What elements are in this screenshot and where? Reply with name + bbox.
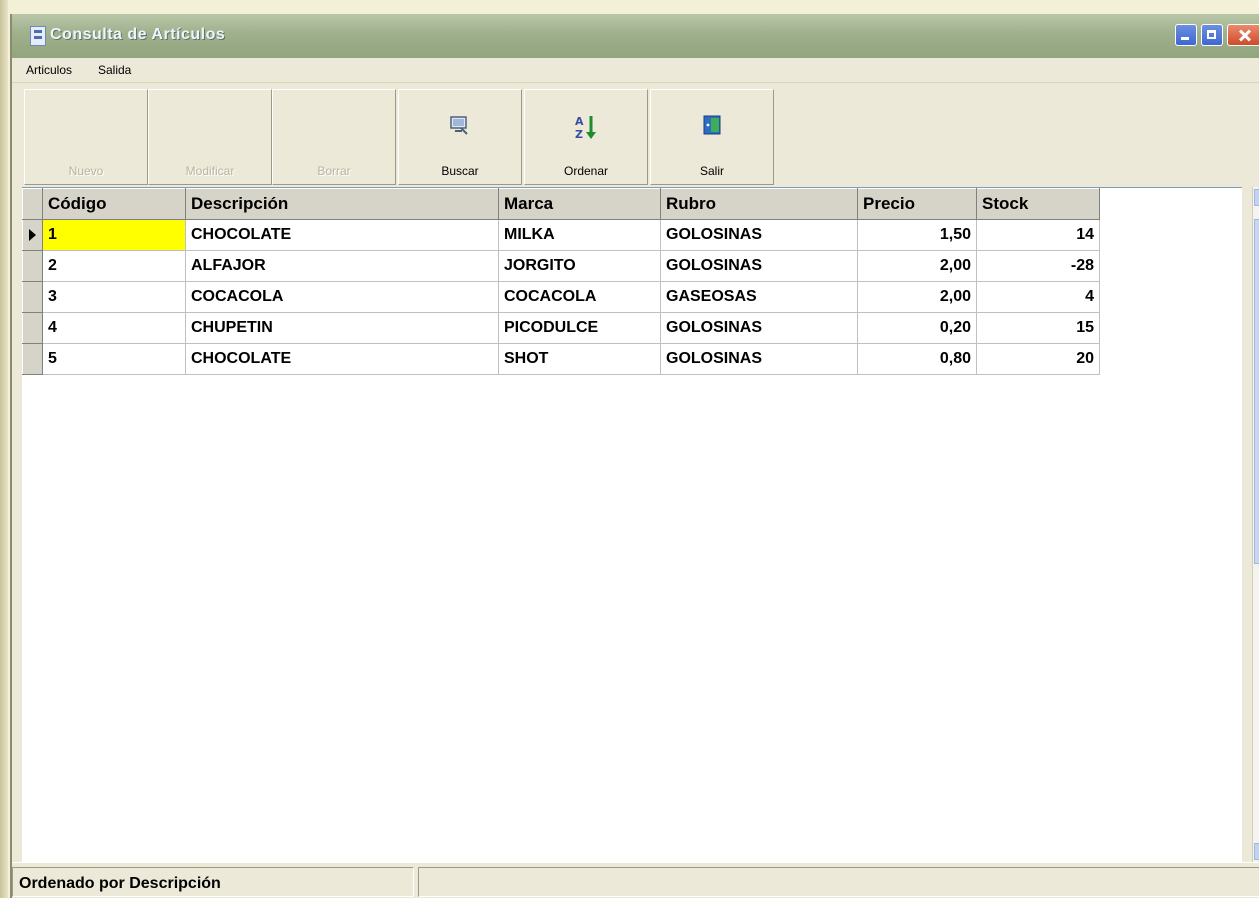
column-header-precio[interactable]: Precio [857, 188, 977, 220]
column-header-stock[interactable]: Stock [976, 188, 1100, 220]
scroll-up-icon[interactable] [1254, 189, 1259, 206]
buscar-label: Buscar [441, 164, 479, 178]
cell-codigo[interactable]: 1 [42, 219, 186, 251]
cell-descripcion[interactable]: ALFAJOR [185, 250, 499, 282]
status-text: Ordenado por Descripción [19, 875, 221, 892]
table-row[interactable]: 5 CHOCOLATE SHOT GOLOSINAS 0,80 20 [22, 343, 1100, 375]
column-header-marca[interactable]: Marca [498, 188, 661, 220]
status-bar: Ordenado por Descripción [12, 862, 1259, 898]
table-header-row: Código Descripción Marca Rubro Precio St… [22, 188, 1100, 220]
cell-stock[interactable]: 15 [976, 312, 1100, 344]
status-panel-secondary [418, 867, 1259, 897]
vertical-scrollbar[interactable] [1252, 187, 1259, 862]
cell-rubro[interactable]: GOLOSINAS [660, 219, 858, 251]
table-row[interactable]: 1 CHOCOLATE MILKA GOLOSINAS 1,50 14 [22, 219, 1100, 251]
cell-precio[interactable]: 2,00 [857, 281, 977, 313]
modificar-label: Modificar [185, 164, 235, 178]
cell-precio[interactable]: 0,80 [857, 343, 977, 375]
column-header-rubro[interactable]: Rubro [660, 188, 858, 220]
cell-stock[interactable]: 14 [976, 219, 1100, 251]
cell-stock[interactable]: -28 [976, 250, 1100, 282]
scroll-thumb[interactable] [1254, 219, 1259, 564]
buscar-button[interactable]: Buscar [398, 89, 522, 185]
maximize-button[interactable] [1201, 24, 1223, 46]
svg-text:Z: Z [575, 128, 583, 141]
modificar-button[interactable]: Modificar [148, 89, 272, 185]
cell-marca[interactable]: COCACOLA [498, 281, 661, 313]
current-row-arrow-icon [29, 229, 36, 241]
nuevo-label: Nuevo [68, 164, 104, 178]
cell-rubro[interactable]: GASEOSAS [660, 281, 858, 313]
row-indicator[interactable] [22, 343, 43, 375]
cell-descripcion[interactable]: COCACOLA [185, 281, 499, 313]
row-indicator[interactable] [22, 250, 43, 282]
table-row[interactable]: 4 CHUPETIN PICODULCE GOLOSINAS 0,20 15 [22, 312, 1100, 344]
cell-codigo[interactable]: 4 [42, 312, 186, 344]
borrar-label: Borrar [317, 164, 351, 178]
cell-stock[interactable]: 4 [976, 281, 1100, 313]
scroll-down-icon[interactable] [1254, 843, 1259, 860]
table-row[interactable]: 3 COCACOLA COCACOLA GASEOSAS 2,00 4 [22, 281, 1100, 313]
menu-bar: Articulos Salida [12, 58, 1259, 83]
cell-descripcion[interactable]: CHOCOLATE [185, 219, 499, 251]
cell-marca[interactable]: JORGITO [498, 250, 661, 282]
status-panel-main: Ordenado por Descripción [12, 867, 414, 897]
cell-marca[interactable]: PICODULCE [498, 312, 661, 344]
search-icon [449, 114, 471, 141]
row-indicator[interactable] [22, 219, 43, 251]
menu-articulos[interactable]: Articulos [26, 63, 72, 77]
table-row[interactable]: 2 ALFAJOR JORGITO GOLOSINAS 2,00 -28 [22, 250, 1100, 282]
sort-az-icon: A Z [573, 114, 599, 147]
cell-precio[interactable]: 1,50 [857, 219, 977, 251]
toolbar: Nuevo Modificar Borrar Buscar A Z Ordena… [12, 84, 1259, 187]
window-left-edge [0, 0, 8, 898]
salir-label: Salir [699, 164, 724, 178]
cell-descripcion[interactable]: CHOCOLATE [185, 343, 499, 375]
articles-grid[interactable]: Código Descripción Marca Rubro Precio St… [22, 187, 1242, 863]
cell-precio[interactable]: 0,20 [857, 312, 977, 344]
row-indicator[interactable] [22, 312, 43, 344]
cell-descripcion[interactable]: CHUPETIN [185, 312, 499, 344]
svg-text:A: A [575, 115, 584, 128]
column-header-descripcion[interactable]: Descripción [185, 188, 499, 220]
borrar-button[interactable]: Borrar [272, 89, 396, 185]
minimize-button[interactable] [1175, 24, 1197, 46]
app-window: Consulta de Artículos Articulos Salida N… [10, 14, 1259, 898]
window-title: Consulta de Artículos [50, 26, 226, 43]
cell-rubro[interactable]: GOLOSINAS [660, 312, 858, 344]
title-bar: Consulta de Artículos [12, 14, 1259, 58]
row-indicator[interactable] [22, 281, 43, 313]
exit-icon [702, 114, 722, 141]
cell-precio[interactable]: 2,00 [857, 250, 977, 282]
ordenar-button[interactable]: A Z Ordenar [524, 89, 648, 185]
row-indicator-header [22, 188, 43, 220]
ordenar-label: Ordenar [563, 164, 609, 178]
cell-codigo[interactable]: 2 [42, 250, 186, 282]
nuevo-button[interactable]: Nuevo [24, 89, 148, 185]
column-header-codigo[interactable]: Código [42, 188, 186, 220]
cell-rubro[interactable]: GOLOSINAS [660, 343, 858, 375]
salir-button[interactable]: Salir [650, 89, 774, 185]
cell-marca[interactable]: SHOT [498, 343, 661, 375]
cell-stock[interactable]: 20 [976, 343, 1100, 375]
cell-codigo[interactable]: 5 [42, 343, 186, 375]
cell-rubro[interactable]: GOLOSINAS [660, 250, 858, 282]
form-icon [30, 26, 46, 46]
cell-codigo[interactable]: 3 [42, 281, 186, 313]
close-button[interactable] [1227, 24, 1259, 46]
articles-table: Código Descripción Marca Rubro Precio St… [22, 188, 1100, 375]
cell-marca[interactable]: MILKA [498, 219, 661, 251]
menu-salida[interactable]: Salida [98, 63, 131, 77]
